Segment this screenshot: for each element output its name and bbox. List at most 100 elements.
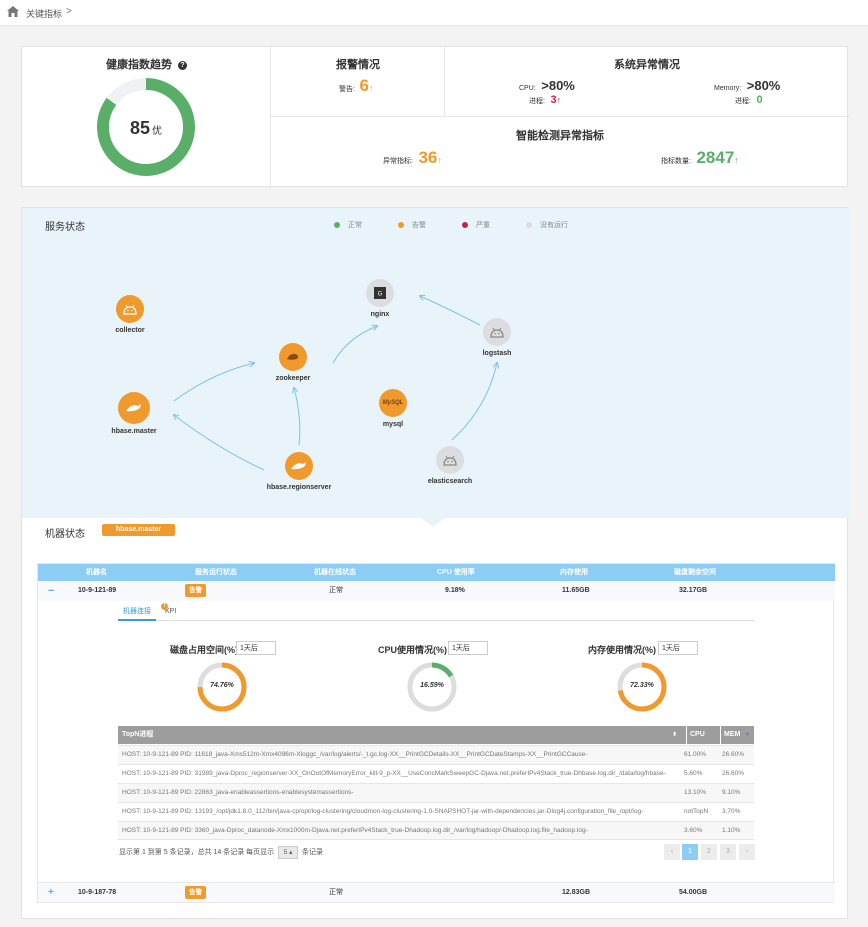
sys-mem: Memory: >80% [714, 78, 780, 93]
node-mysql[interactable]: MySQL mysql [348, 389, 438, 428]
machine-name: 10-9-187-78 [78, 889, 117, 896]
status-badge-text: 告警 [185, 886, 206, 899]
sort-icon[interactable]: ⬍ [672, 726, 677, 744]
page-next-button[interactable]: › [739, 844, 755, 860]
node-regionserver[interactable]: hbase.regionserver [254, 452, 344, 491]
col-cpu: CPU 使用率 [437, 569, 475, 576]
gauge-mem: 内存使用情况(%) 1天后 [588, 639, 748, 719]
col-topn-mem[interactable]: MEM [720, 726, 740, 744]
table-row: HOST: 10-9-121-89 PID: 22863_java-enable… [118, 783, 754, 802]
node-logstash[interactable]: logstash [452, 318, 542, 357]
smart-count-value: 2847 [696, 148, 735, 167]
service-card: 服务状态 正常 告警 严重 没有运行 collector zookeeper G… [21, 207, 849, 919]
topn-cpu: 13.10% [684, 789, 707, 796]
sys-mem-label: Memory: [714, 85, 742, 92]
help-icon[interactable]: ? [178, 61, 188, 70]
breadcrumb-current[interactable]: 关键指标 [26, 7, 62, 20]
edge-master-zookeeper [173, 363, 254, 402]
gauge-disk: 磁盘占用空间(%) 1天后 [170, 639, 330, 719]
smart-abnormal-label: 异常指标: [383, 158, 413, 165]
sys-mem-proc-label: 进程: [735, 98, 751, 105]
topn-mem: 1.10% [722, 827, 741, 834]
machine-disk: 32.17GB [679, 587, 708, 594]
node-zookeeper[interactable]: zookeeper [248, 343, 338, 382]
page-1-button[interactable]: 1 [682, 844, 698, 860]
table-row[interactable]: − 10-9-121-89 告警 正常 9.18% 11.65GB 32.17G… [38, 581, 835, 601]
nginx-icon: G [366, 279, 394, 307]
topn-footer: 显示第 1 到第 5 条记录，总共 14 条记录 每页显示 5 ▴ 条记录 ‹ … [118, 844, 755, 864]
range-select[interactable]: 1天后 [236, 641, 276, 655]
health-score: 85 优 [96, 118, 196, 139]
alarm-warning-label: 警告: [339, 86, 355, 93]
summary-card: 健康指数趋势 ? 85 优 报警情况 警告: 6↑ 系统异常情况 CPU: >80… [21, 46, 849, 188]
topn-proc: HOST: 10-9-121-89 PID: 13193_/opt/jdk1.8… [122, 808, 644, 815]
topn-mem: 3.70% [722, 808, 741, 815]
node-label: zookeeper [275, 375, 311, 382]
sys-cpu-proc: 进程: 3↑ [529, 94, 561, 106]
alert-icon: ! [161, 603, 168, 610]
health-title: 健康指数趋势 ? [22, 56, 271, 72]
node-collector[interactable]: collector [85, 295, 175, 334]
machine-online: 正常 [329, 889, 343, 896]
arrow-up-icon: ↑ [437, 155, 442, 165]
table-row: HOST: 10-9-121-89 PID: 31989_java-Dproc_… [118, 764, 754, 783]
zookeeper-icon [279, 343, 307, 371]
orca-icon [118, 392, 150, 424]
machine-name: 10-9-121-89 [78, 587, 117, 594]
col-topn[interactable]: TopN进程 [122, 726, 153, 744]
topn-proc: HOST: 10-9-121-89 PID: 31989_java-Dproc_… [122, 770, 666, 777]
alarm-warning: 警告: 6↑ [339, 76, 373, 96]
page-prev-button[interactable]: ‹ [664, 844, 680, 860]
arrow-up-icon: ↑ [556, 95, 562, 105]
machine-tag[interactable]: hbase.master [102, 524, 175, 536]
sys-cpu-proc-label: 进程: [529, 98, 545, 105]
arrow-up-icon: ↑ [734, 155, 739, 165]
sys-cpu: CPU: >80% [519, 78, 575, 93]
smart-count-label: 指标数量: [661, 158, 691, 165]
range-select[interactable]: 1天后 [448, 641, 488, 655]
gauge-mem-value: 72.33% [630, 682, 654, 689]
edge-es-logstash [451, 363, 497, 441]
alarm-warning-value[interactable]: 6 [359, 76, 368, 95]
mysql-icon: MySQL [379, 389, 407, 417]
topn-cpu: 5.60% [684, 770, 703, 777]
tab-conn[interactable]: 机器连接 [118, 604, 156, 621]
smart-abnormal-value[interactable]: 36 [418, 148, 437, 167]
node-label: hbase.master [111, 428, 157, 435]
page-3-button[interactable]: 3 [720, 844, 736, 860]
topn-mem: 26.60% [722, 770, 745, 777]
home-icon[interactable] [7, 6, 19, 18]
pagination-suffix: 条记录 [302, 849, 323, 856]
table-row[interactable]: + 10-9-187-78 告警 正常 12.83GB 54.00GB [38, 882, 835, 902]
node-label: collector [115, 327, 145, 334]
alarm-panel: 报警情况 警告: 6↑ [271, 47, 445, 117]
range-select[interactable]: 1天后 [658, 641, 698, 655]
expand-icon[interactable]: + [48, 883, 54, 903]
col-disk: 磁盘剩余空间 [674, 569, 716, 576]
topn-header: TopN进程 ⬍ CPU MEM ▾ [118, 726, 754, 744]
sys-mem-proc-value[interactable]: 0 [756, 94, 762, 106]
sort-desc-icon[interactable]: ▾ [746, 726, 749, 744]
android-icon [116, 295, 144, 323]
health-title-text: 健康指数趋势 [105, 59, 172, 71]
node-label: logstash [482, 350, 512, 357]
page-2-button[interactable]: 2 [701, 844, 717, 860]
gauge-title: CPU使用情况(%) [378, 645, 447, 655]
detail-tabs: 机器连接 KPI ! [118, 603, 754, 621]
topn-proc: HOST: 10-9-121-89 PID: 11618_java-Xms512… [122, 751, 588, 758]
node-nginx[interactable]: G nginx [335, 279, 425, 318]
sys-mem-proc: 进程: 0 [735, 94, 763, 106]
edge-region-master [174, 415, 265, 471]
node-elasticsearch[interactable]: elasticsearch [405, 446, 495, 485]
machine-table-header: 机器名 服务运行状态 机器在线状态 CPU 使用率 内存使用 磁盘剩余空间 [38, 564, 835, 581]
col-name: 机器名 [86, 569, 107, 576]
topn-cpu: notTopN [684, 808, 709, 815]
col-topn-cpu[interactable]: CPU [686, 726, 705, 744]
pointer-notch [421, 518, 445, 527]
page-size-select[interactable]: 5 ▴ [278, 846, 298, 859]
sys-cpu-value: >80% [541, 78, 575, 93]
col-mem: 内存使用 [560, 569, 588, 576]
node-hbase-master[interactable]: hbase.master [89, 392, 179, 435]
sys-panel: 系统异常情况 CPU: >80% 进程: 3↑ Memory: >80% 进程:… [445, 47, 849, 117]
collapse-icon[interactable]: − [48, 581, 54, 601]
